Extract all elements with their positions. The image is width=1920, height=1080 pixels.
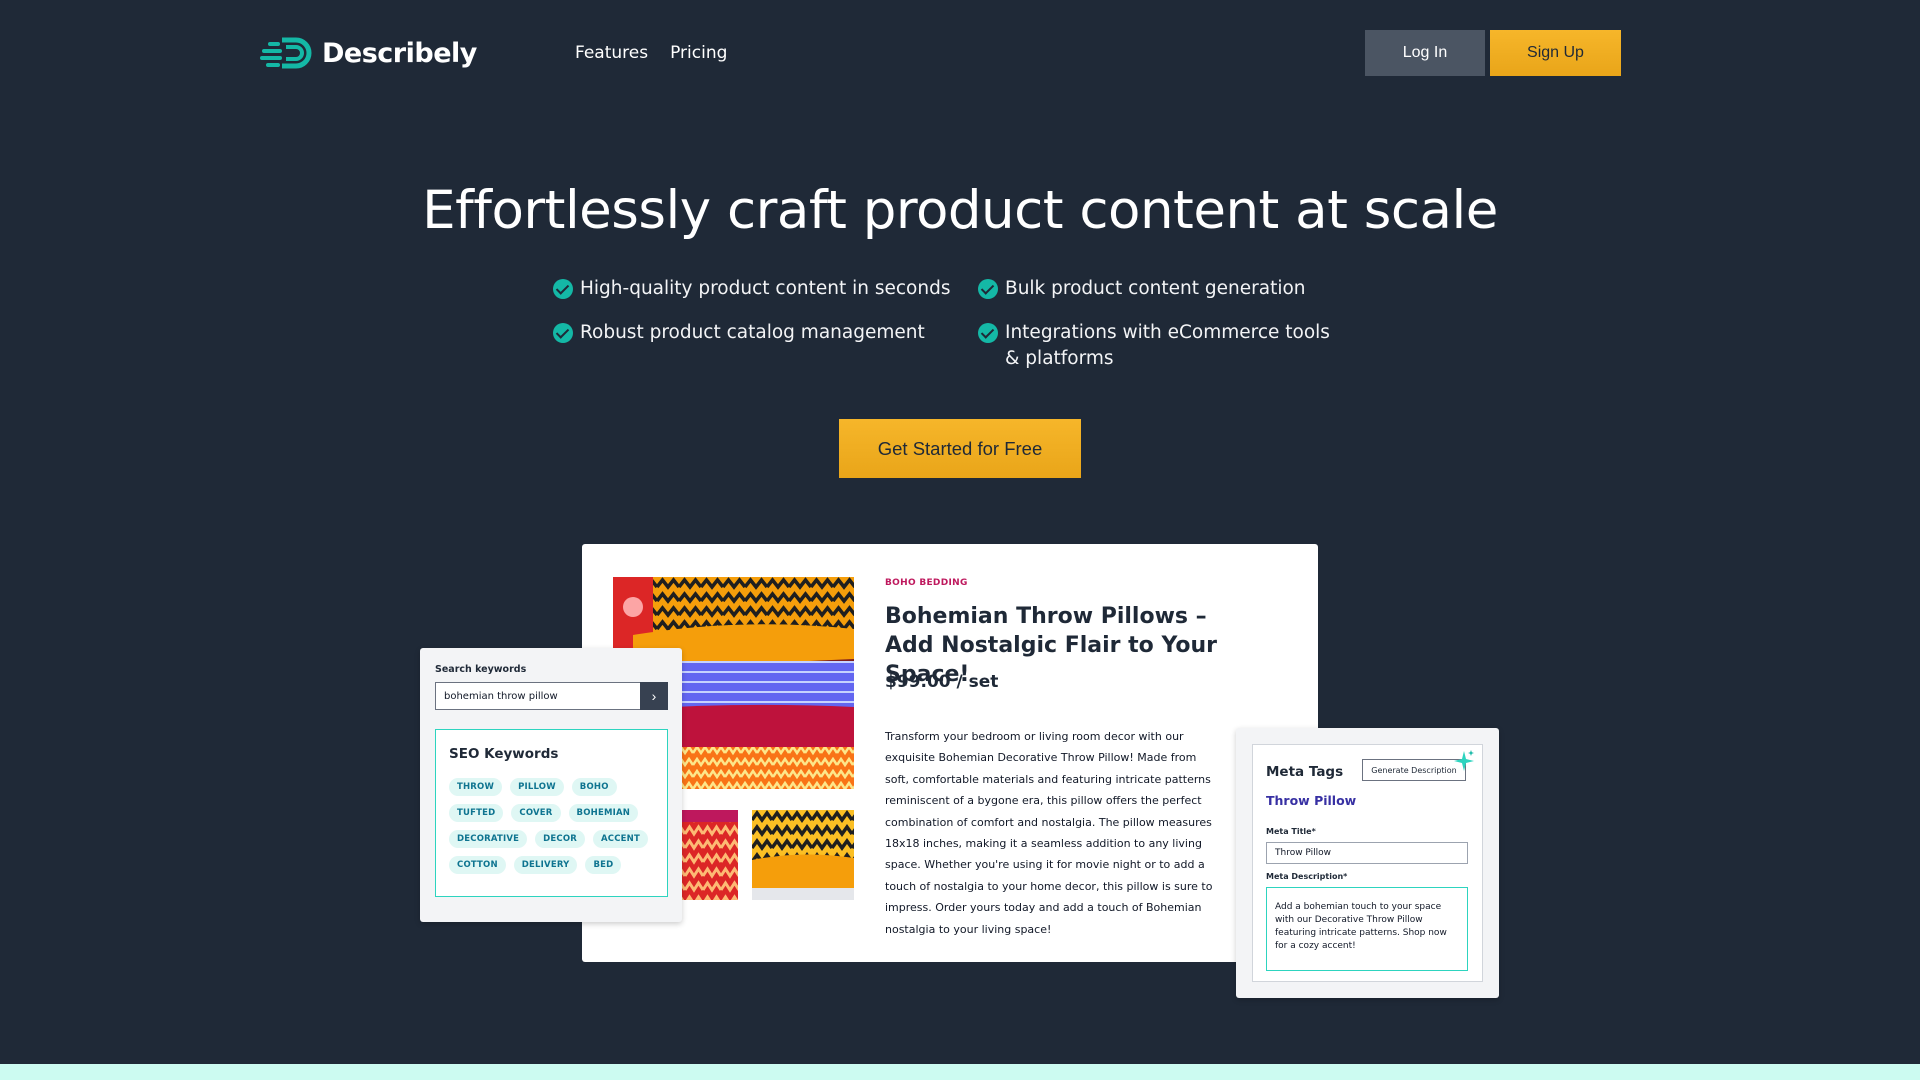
generate-description-button[interactable]: Generate Description — [1362, 759, 1466, 781]
feature-text: Robust product catalog management — [580, 322, 925, 343]
keyword-chips: THROW PILLOW BOHO TUFTED COVER BOHEMIAN … — [449, 778, 664, 874]
meta-description-textarea[interactable]: Add a bohemian touch to your space with … — [1266, 887, 1468, 971]
check-circle-icon — [978, 323, 998, 343]
feature-item: Robust product catalog management — [553, 320, 925, 346]
check-circle-icon — [553, 279, 573, 299]
seo-keywords-panel: Search keywords › SEO Keywords THROW PIL… — [420, 648, 682, 922]
keyword-chip[interactable]: BOHO — [571, 778, 617, 796]
keyword-chip[interactable]: COTTON — [449, 856, 506, 874]
check-circle-icon — [553, 323, 573, 343]
feature-item: Bulk product content generation — [978, 276, 1306, 302]
product-category: BOHO BEDDING — [885, 578, 968, 588]
meta-tags-title: Meta Tags — [1266, 764, 1344, 780]
nav-link-pricing[interactable]: Pricing — [670, 43, 727, 63]
hero-title: Effortlessly craft product content at sc… — [422, 180, 1498, 241]
feature-item: High-quality product content in seconds — [553, 276, 950, 302]
meta-product-name: Throw Pillow — [1266, 793, 1357, 808]
nav-link-features[interactable]: Features — [575, 43, 648, 63]
nav-links: Features Pricing — [575, 43, 727, 63]
meta-tags-panel: Meta Tags Generate Description Throw Pil… — [1236, 728, 1499, 998]
keyword-chip[interactable]: ACCENT — [593, 830, 648, 848]
meta-description-label: Meta Description* — [1266, 872, 1348, 881]
get-started-button[interactable]: Get Started for Free — [839, 419, 1081, 478]
product-description: Transform your bedroom or living room de… — [885, 730, 1213, 936]
seo-keywords-title: SEO Keywords — [449, 746, 559, 762]
section-divider — [0, 1064, 1920, 1080]
product-price: $99.00 / set — [885, 672, 999, 692]
top-nav: Describely Features Pricing Log In Sign … — [0, 0, 1920, 106]
sparkle-icon — [1454, 750, 1474, 771]
feature-text: Integrations with eCommerce tools & plat… — [1005, 322, 1330, 369]
search-keywords-input[interactable] — [435, 682, 641, 710]
keyword-chip[interactable]: DECORATIVE — [449, 830, 528, 848]
signup-button[interactable]: Sign Up — [1490, 30, 1621, 76]
chevron-right-icon[interactable]: › — [640, 682, 668, 710]
meta-title-input[interactable] — [1266, 842, 1468, 864]
search-keywords-label: Search keywords — [435, 664, 527, 675]
product-image-thumb — [752, 810, 854, 900]
meta-tags-card: Meta Tags Generate Description Throw Pil… — [1252, 744, 1483, 982]
feature-text: Bulk product content generation — [1005, 278, 1306, 299]
seo-keywords-box: SEO Keywords THROW PILLOW BOHO TUFTED CO… — [435, 729, 668, 897]
brand-name: Describely — [322, 37, 477, 69]
keyword-chip[interactable]: COVER — [511, 804, 561, 822]
product-card: BOHO BEDDING Bohemian Throw Pillows – Ad… — [582, 544, 1318, 962]
login-button[interactable]: Log In — [1365, 30, 1485, 76]
keyword-chip[interactable]: TUFTED — [449, 804, 504, 822]
check-circle-icon — [978, 279, 998, 299]
logo[interactable]: Describely — [260, 34, 477, 72]
meta-title-label: Meta Title* — [1266, 827, 1316, 836]
feature-item: Integrations with eCommerce tools & plat… — [978, 320, 1338, 372]
describely-logo-icon — [260, 37, 312, 69]
product-title-line: Bohemian Throw Pillows – — [885, 604, 1207, 629]
keyword-chip[interactable]: BED — [585, 856, 622, 874]
keyword-chip[interactable]: BOHEMIAN — [568, 804, 639, 822]
keyword-chip[interactable]: DELIVERY — [513, 856, 578, 874]
keyword-chip[interactable]: DECOR — [535, 830, 586, 848]
feature-text: High-quality product content in seconds — [580, 278, 951, 299]
keyword-chip[interactable]: THROW — [449, 778, 503, 796]
keyword-chip[interactable]: PILLOW — [510, 778, 564, 796]
